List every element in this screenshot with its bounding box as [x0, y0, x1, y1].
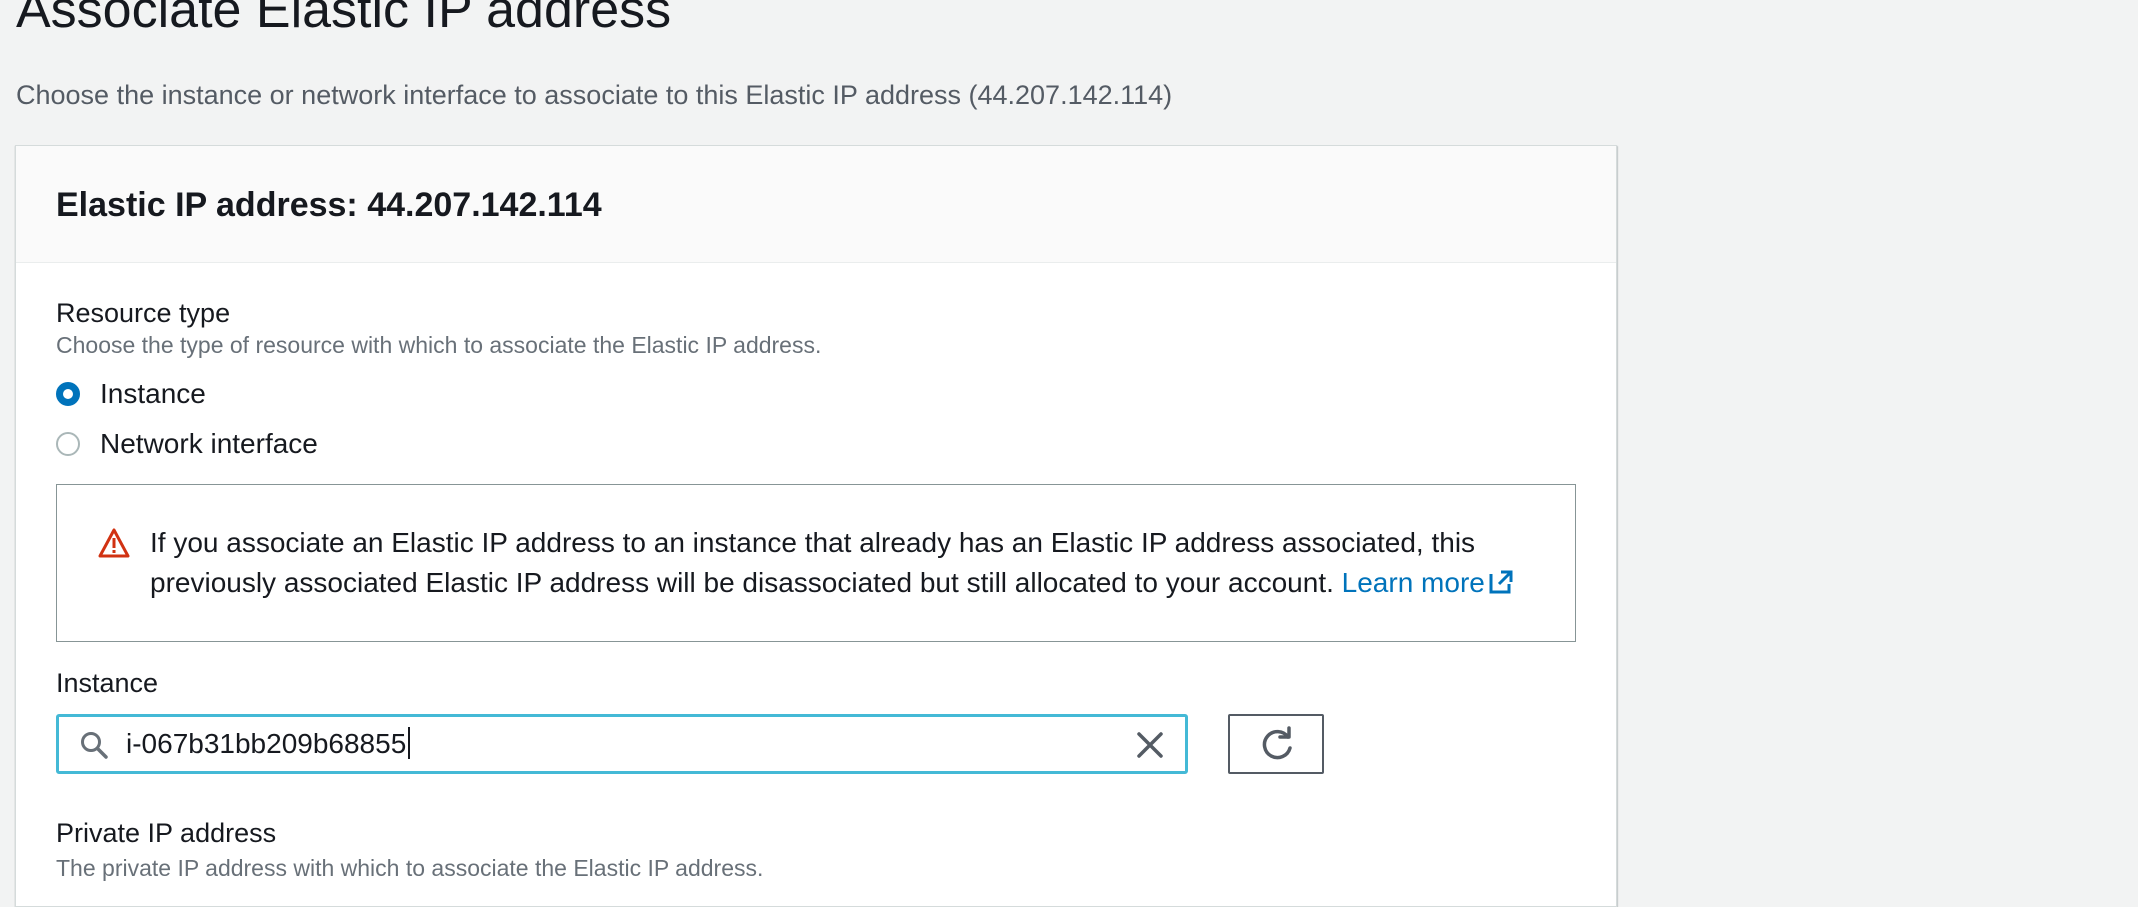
radio-network-interface-label[interactable]: Network interface: [100, 427, 318, 461]
instance-input-value[interactable]: i-067b31bb209b68855: [126, 728, 406, 759]
page-subtitle: Choose the instance or network interface…: [16, 80, 1173, 110]
page-title: Associate Elastic IP address: [16, 0, 672, 39]
close-icon[interactable]: [1135, 730, 1165, 760]
radio-option-network-interface[interactable]: Network interface: [56, 426, 318, 462]
resource-type-description: Choose the type of resource with which t…: [56, 332, 822, 358]
alert-text: If you associate an Elastic IP address t…: [150, 523, 1550, 603]
warning-icon: [98, 528, 130, 558]
elastic-ip-panel: Elastic IP address: 44.207.142.114 Resou…: [15, 145, 1617, 907]
radio-instance[interactable]: [56, 382, 80, 406]
instance-input-value-wrap[interactable]: i-067b31bb209b68855: [126, 727, 411, 761]
private-ip-label: Private IP address: [56, 818, 277, 848]
instance-label: Instance: [56, 668, 159, 698]
resource-type-label: Resource type: [56, 298, 231, 328]
radio-option-instance[interactable]: Instance: [56, 376, 206, 412]
instance-search-input[interactable]: i-067b31bb209b68855: [56, 714, 1188, 774]
learn-more-link[interactable]: Learn more: [1342, 567, 1515, 598]
learn-more-label[interactable]: Learn more: [1342, 567, 1485, 598]
radio-network-interface[interactable]: [56, 432, 80, 456]
refresh-button[interactable]: [1228, 714, 1324, 774]
external-link-icon[interactable]: [1487, 568, 1515, 596]
refresh-icon[interactable]: [1258, 726, 1296, 764]
alert-message: If you associate an Elastic IP address t…: [150, 527, 1476, 598]
panel-header-title: Elastic IP address: 44.207.142.114: [56, 186, 602, 224]
radio-instance-label[interactable]: Instance: [100, 377, 206, 411]
private-ip-description: The private IP address with which to ass…: [56, 855, 764, 881]
search-icon: [81, 732, 108, 759]
warning-alert: If you associate an Elastic IP address t…: [56, 484, 1576, 642]
panel-header: Elastic IP address: 44.207.142.114: [16, 146, 1616, 263]
text-cursor: [408, 727, 411, 759]
